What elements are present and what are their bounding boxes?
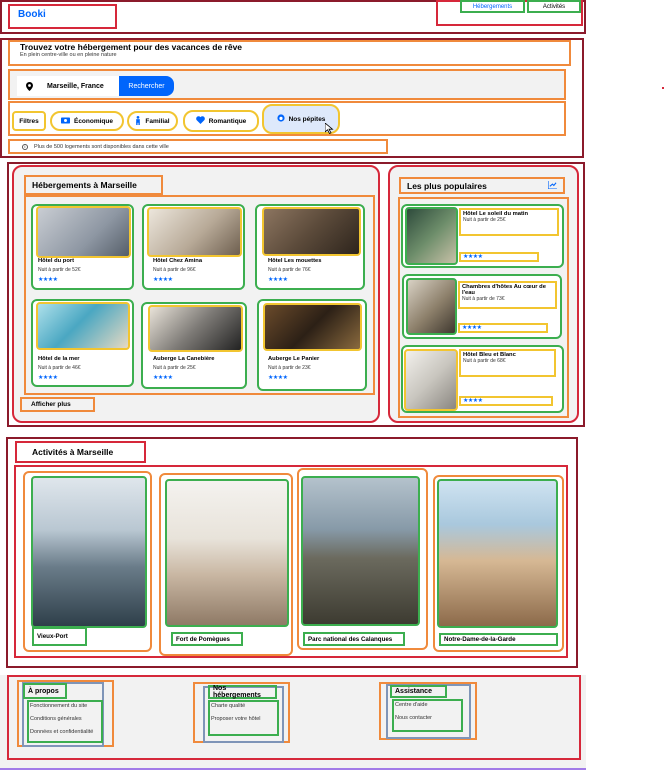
activity-label: Notre-Dame-de-la-Garde bbox=[439, 633, 558, 646]
card-price: Nuit à partir de 52€ bbox=[38, 267, 81, 273]
bottom-accent-line bbox=[0, 768, 586, 770]
activity-photo bbox=[165, 479, 289, 627]
red-dot bbox=[662, 87, 664, 89]
search-value: Marseille, France bbox=[47, 82, 104, 90]
search-button[interactable]: Rechercher bbox=[119, 76, 174, 96]
card-name: Auberge La Canebière bbox=[153, 356, 215, 362]
activity-label: Fort de Pomègues bbox=[171, 632, 243, 646]
activity-label: Vieux-Port bbox=[32, 627, 87, 646]
footer-link[interactable]: Proposer votre hôtel bbox=[211, 716, 276, 722]
nav-activites[interactable]: Activités bbox=[527, 0, 581, 13]
card-name: Hôtel Chez Amina bbox=[153, 258, 203, 264]
heart-icon bbox=[195, 116, 205, 126]
footer-link[interactable]: Charte qualité bbox=[211, 703, 276, 709]
card-name: Hôtel de la mer bbox=[38, 356, 80, 362]
star-rating: ★★★★ bbox=[153, 375, 173, 381]
child-icon bbox=[135, 115, 141, 127]
footer-title: Nos hébergements bbox=[208, 685, 277, 699]
show-more-button[interactable]: Afficher plus bbox=[20, 397, 95, 412]
info-text: Plus de 500 logements sont disponibles d… bbox=[34, 143, 169, 150]
star-rating: ★★★★ bbox=[458, 323, 548, 333]
info-line: i Plus de 500 logements sont disponibles… bbox=[8, 139, 388, 154]
gem-icon bbox=[276, 114, 285, 124]
room-photo bbox=[36, 206, 131, 258]
card-name: Chambres d'hôtes Au cœur de l'eau bbox=[462, 284, 546, 296]
trend-chart-icon bbox=[547, 180, 557, 191]
activity-photo bbox=[31, 476, 147, 628]
popular-card-info: Chambres d'hôtes Au cœur de l'eau Nuit à… bbox=[458, 281, 557, 309]
filter-familial-label: Familial bbox=[145, 117, 170, 125]
filter-romantique[interactable]: Romantique bbox=[183, 110, 259, 132]
filters-label: Filtres bbox=[12, 111, 46, 131]
activity-label: Parc national des Calanques bbox=[303, 632, 405, 646]
location-pin-icon bbox=[17, 81, 41, 91]
hero-title: Trouvez votre hébergement pour des vacan… bbox=[20, 42, 243, 52]
room-photo bbox=[148, 305, 243, 352]
footer-title: À propos bbox=[23, 683, 67, 699]
info-icon: i bbox=[22, 143, 28, 150]
footer-title: Assistance bbox=[390, 685, 447, 698]
footer-link[interactable]: Centre d'aide bbox=[395, 702, 460, 708]
search-input[interactable]: Marseille, France bbox=[17, 76, 119, 96]
footer-links: Centre d'aide Nous contacter bbox=[392, 699, 463, 732]
activity-photo bbox=[437, 479, 558, 628]
nav-hebergements[interactable]: Hébergements bbox=[460, 0, 525, 13]
card-price: Nuit à partir de 73€ bbox=[462, 296, 505, 302]
star-rating: ★★★★ bbox=[38, 277, 58, 283]
activities-title: Activités à Marseille bbox=[15, 441, 146, 463]
footer-links: Charte qualité Proposer votre hôtel bbox=[208, 700, 279, 736]
room-photo bbox=[406, 278, 457, 335]
room-photo bbox=[263, 303, 362, 351]
logo[interactable]: Booki bbox=[8, 4, 117, 29]
card-price: Nuit à partir de 96€ bbox=[153, 267, 196, 273]
filter-romantique-label: Romantique bbox=[208, 117, 247, 125]
card-name: Hôtel du port bbox=[38, 258, 75, 264]
card-price: Nuit à partir de 25€ bbox=[463, 217, 506, 223]
mouse-cursor-icon bbox=[324, 122, 335, 136]
filter-economique-label: Économique bbox=[73, 117, 113, 125]
star-rating: ★★★★ bbox=[268, 375, 288, 381]
popular-title-text: Les plus populaires bbox=[407, 180, 487, 191]
popular-card-info: Hôtel Bleu et Blanc Nuit à partir de 68€ bbox=[459, 349, 556, 377]
hero: Trouvez votre hébergement pour des vacan… bbox=[8, 40, 571, 66]
card-price: Nuit à partir de 23€ bbox=[268, 365, 311, 371]
footer-link[interactable]: Nous contacter bbox=[395, 715, 460, 721]
room-photo bbox=[262, 207, 361, 256]
card-price: Nuit à partir de 68€ bbox=[463, 358, 506, 364]
card-price: Nuit à partir de 46€ bbox=[38, 365, 81, 371]
card-name: Hôtel Les mouettes bbox=[268, 258, 322, 264]
activity-photo bbox=[301, 476, 420, 626]
room-photo bbox=[36, 302, 130, 350]
room-photo bbox=[405, 207, 458, 265]
star-rating: ★★★★ bbox=[268, 277, 288, 283]
star-rating: ★★★★ bbox=[38, 375, 58, 381]
hero-subtitle: En plein centre-ville ou en pleine natur… bbox=[20, 52, 117, 58]
star-rating: ★★★★ bbox=[153, 277, 173, 283]
card-price: Nuit à partir de 25€ bbox=[153, 365, 196, 371]
footer-link[interactable]: Données et confidentialité bbox=[30, 729, 100, 735]
filter-familial[interactable]: Familial bbox=[127, 111, 178, 131]
footer-link[interactable]: Conditions générales bbox=[30, 716, 100, 722]
popular-card-info: Hôtel Le soleil du matin Nuit à partir d… bbox=[459, 208, 559, 236]
footer-link[interactable]: Fonctionnement du site bbox=[30, 703, 100, 709]
card-price: Nuit à partir de 76€ bbox=[268, 267, 311, 273]
room-photo bbox=[404, 349, 458, 411]
room-photo bbox=[147, 207, 242, 257]
filter-nos-pepites-label: Nos pépites bbox=[288, 115, 326, 123]
lodging-title: Hébergements à Marseille bbox=[24, 175, 163, 195]
star-rating: ★★★★ bbox=[459, 252, 539, 262]
filter-economique[interactable]: Économique bbox=[50, 111, 124, 131]
star-rating: ★★★★ bbox=[459, 396, 553, 406]
popular-title: Les plus populaires bbox=[399, 177, 565, 194]
money-icon bbox=[60, 117, 70, 126]
footer-links: Fonctionnement du site Conditions généra… bbox=[27, 700, 103, 743]
card-name: Auberge Le Panier bbox=[268, 356, 320, 362]
